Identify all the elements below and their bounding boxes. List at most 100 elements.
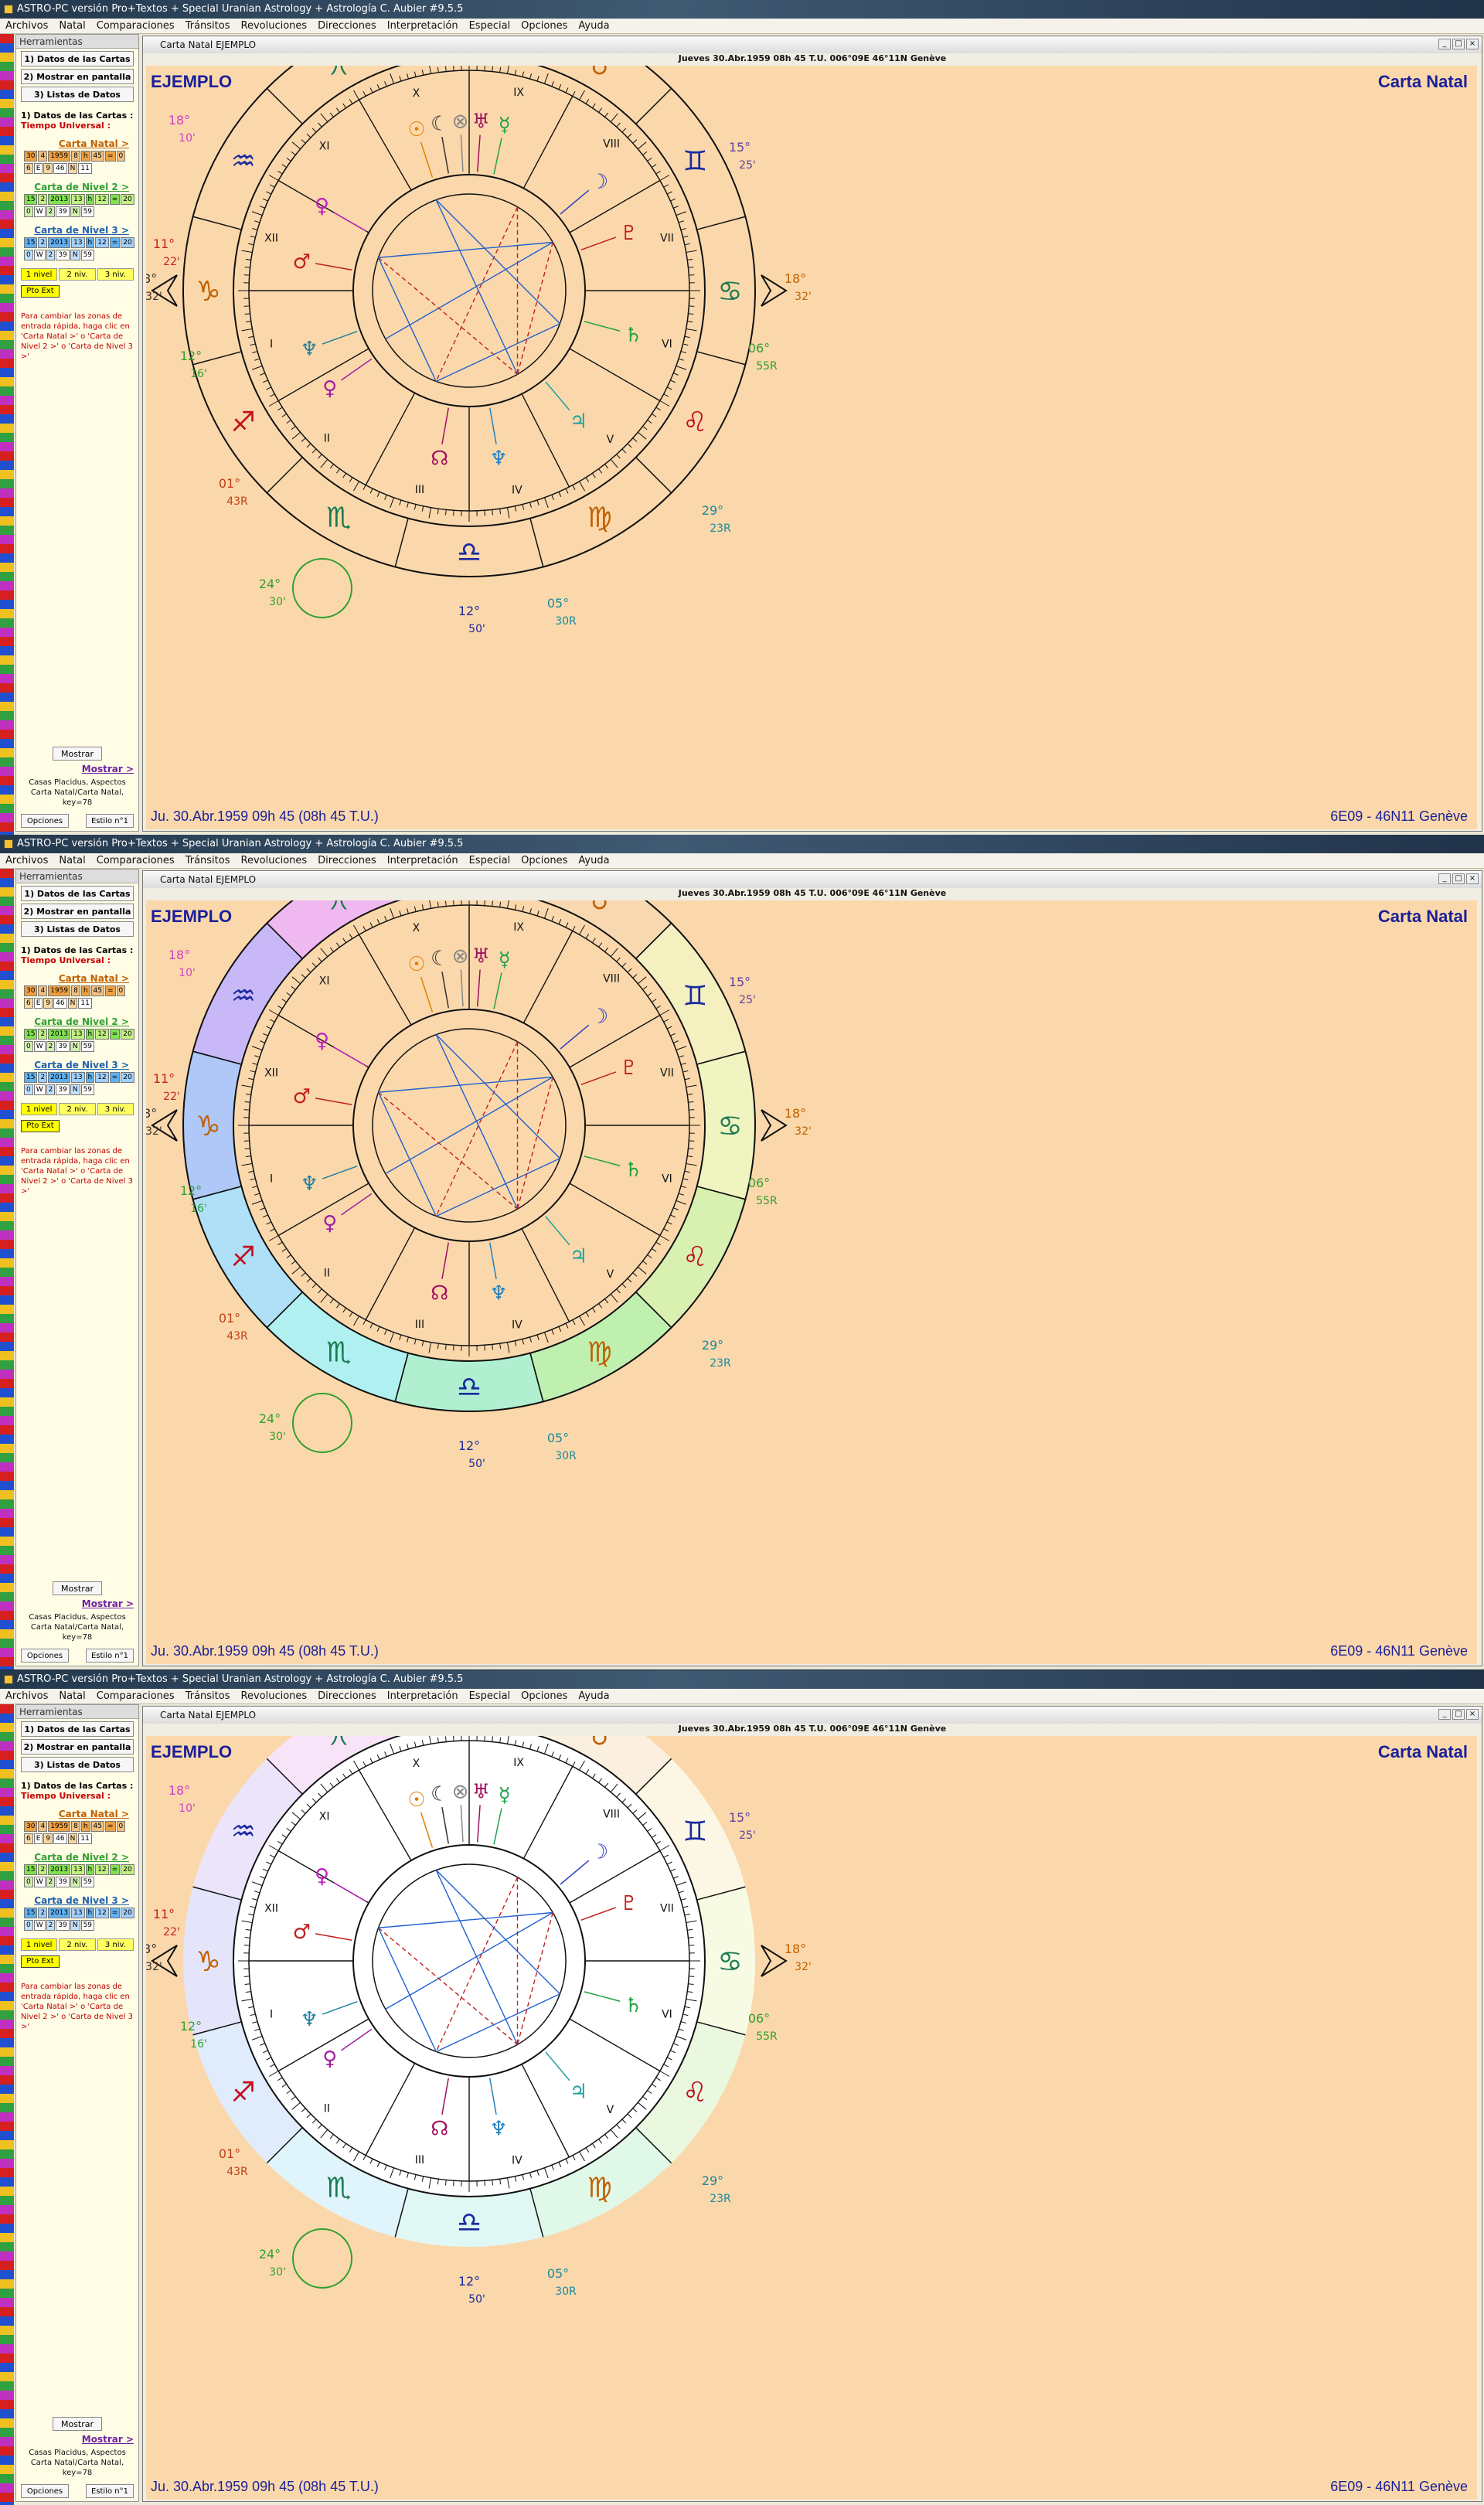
- date-field[interactable]: N: [67, 1833, 78, 1844]
- date-field[interactable]: 0: [24, 1041, 33, 1052]
- menu-item[interactable]: Especial: [464, 19, 516, 34]
- menu-item[interactable]: Ayuda: [573, 1689, 614, 1704]
- date-field[interactable]: =: [109, 1908, 121, 1918]
- menu-item[interactable]: Interpretación: [382, 853, 464, 869]
- pto-ext-button[interactable]: Pto Ext: [21, 1120, 60, 1132]
- date-field[interactable]: 4: [38, 151, 48, 162]
- date-field[interactable]: E: [33, 998, 43, 1009]
- pto-ext-button[interactable]: Pto Ext: [21, 1955, 60, 1968]
- date-field[interactable]: 13: [71, 1908, 85, 1918]
- date-field[interactable]: h: [85, 1908, 95, 1918]
- date-field[interactable]: 2: [46, 1041, 56, 1052]
- date-field[interactable]: 13: [71, 1029, 85, 1040]
- mostrar-link[interactable]: Mostrar >: [16, 2434, 138, 2445]
- date-field[interactable]: 6: [24, 998, 33, 1009]
- date-field[interactable]: 15: [24, 194, 38, 205]
- date-field[interactable]: N: [70, 1920, 80, 1931]
- date-field[interactable]: 12: [95, 1029, 109, 1040]
- date-field[interactable]: =: [109, 194, 121, 205]
- date-field[interactable]: 8: [71, 151, 80, 162]
- estilo-button[interactable]: Estilo n°1: [86, 2484, 134, 2498]
- mostrar-link[interactable]: Mostrar >: [16, 1598, 138, 1609]
- date-field[interactable]: N: [70, 206, 80, 217]
- menu-item[interactable]: Especial: [464, 853, 516, 869]
- date-field[interactable]: 13: [71, 1864, 85, 1875]
- date-field[interactable]: 59: [80, 1041, 95, 1052]
- date-field[interactable]: h: [80, 985, 90, 996]
- nivel3-link[interactable]: Carta de Nivel 3 >: [21, 1060, 134, 1070]
- date-field[interactable]: 9: [43, 163, 53, 174]
- date-field[interactable]: 45: [90, 151, 104, 162]
- date-field[interactable]: h: [80, 1821, 90, 1832]
- date-field[interactable]: 2: [38, 1908, 48, 1918]
- date-field[interactable]: 8: [71, 985, 80, 996]
- date-field[interactable]: 20: [121, 194, 134, 205]
- date-field[interactable]: 2: [46, 250, 56, 260]
- date-field[interactable]: 20: [121, 1072, 134, 1083]
- menu-item[interactable]: Revoluciones: [236, 19, 313, 34]
- date-field[interactable]: 13: [71, 237, 85, 248]
- date-field[interactable]: =: [109, 1072, 121, 1083]
- date-field[interactable]: 2: [38, 194, 48, 205]
- nivel2-link[interactable]: Carta de Nivel 2 >: [21, 182, 134, 192]
- date-field[interactable]: h: [85, 1864, 95, 1875]
- date-field[interactable]: W: [33, 206, 46, 217]
- menu-item[interactable]: Archivos: [0, 853, 53, 869]
- date-field[interactable]: 46: [53, 163, 67, 174]
- maximize-icon[interactable]: □: [1452, 39, 1465, 49]
- menu-item[interactable]: Opciones: [516, 853, 573, 869]
- level-button[interactable]: 3 niv.: [97, 1103, 134, 1115]
- date-field[interactable]: 6: [24, 1833, 33, 1844]
- date-field[interactable]: 2013: [48, 1864, 71, 1875]
- date-field[interactable]: 2: [46, 1084, 56, 1095]
- date-field[interactable]: 59: [80, 1920, 95, 1931]
- mostrar-button[interactable]: Mostrar: [53, 1581, 102, 1595]
- menu-item[interactable]: Natal: [53, 853, 90, 869]
- date-field[interactable]: 15: [24, 237, 38, 248]
- menu-item[interactable]: Revoluciones: [236, 1689, 313, 1704]
- date-field[interactable]: 59: [80, 1084, 95, 1095]
- sidebar-button[interactable]: 2) Mostrar en pantalla: [21, 1739, 134, 1755]
- date-field[interactable]: 11: [78, 163, 92, 174]
- date-field[interactable]: h: [85, 194, 95, 205]
- sidebar-button[interactable]: 3) Listas de Datos: [21, 1757, 134, 1772]
- date-field[interactable]: W: [33, 1920, 46, 1931]
- sidebar-button[interactable]: 1) Datos de las Cartas: [21, 51, 134, 66]
- minimize-icon[interactable]: _: [1438, 39, 1451, 49]
- date-field[interactable]: 12: [95, 1864, 109, 1875]
- opciones-button[interactable]: Opciones: [21, 814, 69, 828]
- date-field[interactable]: 15: [24, 1072, 38, 1083]
- maximize-icon[interactable]: □: [1452, 873, 1465, 884]
- menu-item[interactable]: Natal: [53, 1689, 90, 1704]
- date-field[interactable]: 20: [121, 1864, 134, 1875]
- estilo-button[interactable]: Estilo n°1: [86, 1649, 134, 1663]
- date-field[interactable]: 0: [24, 1084, 33, 1095]
- minimize-icon[interactable]: _: [1438, 873, 1451, 884]
- date-field[interactable]: 45: [90, 985, 104, 996]
- date-field[interactable]: E: [33, 163, 43, 174]
- nivel2-link[interactable]: Carta de Nivel 2 >: [21, 1852, 134, 1863]
- sidebar-button[interactable]: 1) Datos de las Cartas: [21, 886, 134, 901]
- date-field[interactable]: 2: [38, 237, 48, 248]
- date-field[interactable]: 12: [95, 237, 109, 248]
- date-field[interactable]: 12: [95, 194, 109, 205]
- mostrar-link[interactable]: Mostrar >: [16, 764, 138, 774]
- menu-item[interactable]: Revoluciones: [236, 853, 313, 869]
- date-field[interactable]: N: [70, 250, 80, 260]
- date-field[interactable]: 2: [38, 1029, 48, 1040]
- date-field[interactable]: 0: [24, 1877, 33, 1887]
- level-button[interactable]: 1 nivel: [21, 1103, 58, 1115]
- carta-natal-link[interactable]: Carta Natal >: [21, 1809, 134, 1819]
- date-field[interactable]: N: [67, 163, 78, 174]
- date-field[interactable]: 39: [56, 1920, 70, 1931]
- date-field[interactable]: E: [33, 1833, 43, 1844]
- date-field[interactable]: =: [105, 1821, 116, 1832]
- date-field[interactable]: =: [105, 151, 116, 162]
- nivel3-link[interactable]: Carta de Nivel 3 >: [21, 225, 134, 236]
- date-field[interactable]: 2013: [48, 194, 71, 205]
- date-field[interactable]: 2013: [48, 1072, 71, 1083]
- date-field[interactable]: 0: [24, 206, 33, 217]
- date-field[interactable]: 9: [43, 1833, 53, 1844]
- date-field[interactable]: 30: [24, 985, 38, 996]
- pto-ext-button[interactable]: Pto Ext: [21, 285, 60, 298]
